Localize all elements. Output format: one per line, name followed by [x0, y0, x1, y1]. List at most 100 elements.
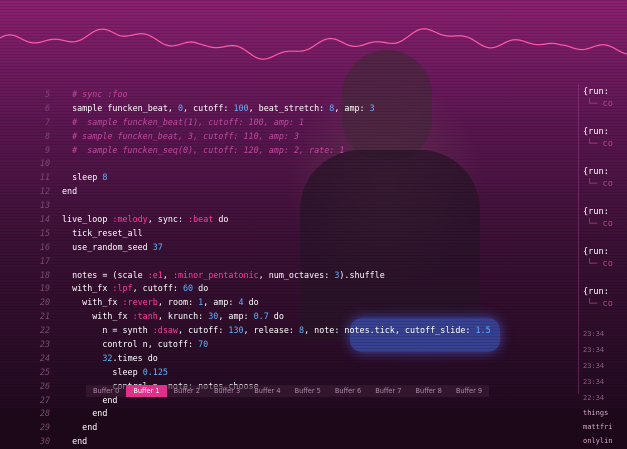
line-number: 18 [39, 269, 50, 280]
buffer-tab-1[interactable]: Buffer 1 [126, 385, 167, 397]
code-token: n = synth [62, 325, 153, 336]
code-token: , room: [157, 297, 199, 308]
code-line[interactable]: 14 live_loop :melody, sync: :beat do [26, 213, 571, 227]
log-entry: {run: └─ co [583, 126, 627, 166]
code-token: , beat_stretch: [248, 102, 330, 113]
code-line[interactable]: 28 end [26, 407, 571, 421]
code-token: , cutoff: [183, 102, 234, 113]
code-line[interactable]: 20 with_fx :reverb, room: 1, amp: 4 do [26, 296, 571, 310]
log-divider [578, 84, 579, 394]
scope-waveform [0, 28, 627, 60]
line-number: 14 [39, 214, 50, 225]
code-line[interactable]: 8 # sample funcken_beat, 3, cutoff: 110,… [26, 130, 571, 144]
line-number: 20 [39, 297, 50, 308]
line-number: 5 [44, 89, 50, 99]
code-token: do [243, 297, 259, 308]
log-run-detail: └─ co [587, 99, 613, 109]
code-line[interactable]: 9 # sample funcken_seq(0), cutoff: 120, … [26, 144, 571, 158]
code-line[interactable]: 12 end [26, 185, 571, 199]
log-run-label: {run: [583, 87, 609, 97]
code-line[interactable]: 13 [26, 199, 571, 213]
code-token: 70 [198, 339, 209, 350]
code-token: # sync :foo [62, 89, 128, 99]
code-line[interactable]: 6 sample funcken_beat, 0, cutoff: 100, b… [26, 102, 571, 116]
buffer-tab-4[interactable]: Buffer 4 [247, 385, 288, 397]
code-token: 1.5 [475, 325, 491, 336]
log-run-detail: └─ co [587, 179, 613, 189]
code-text: sleep 0.125 [62, 366, 168, 380]
code-token: sample funcken_beat, [62, 102, 178, 113]
code-token: :dsaw [152, 325, 178, 336]
code-line[interactable]: 17 [26, 255, 571, 269]
line-number: 10 [39, 158, 50, 169]
buffer-tab-0[interactable]: Buffer 0 [86, 385, 127, 397]
code-text: # sync :foo [62, 88, 128, 102]
code-token: end [62, 422, 98, 433]
code-token: , amp: [334, 102, 370, 113]
code-line[interactable]: 16 use_random_seed 37 [26, 241, 571, 255]
code-token: 60 [183, 283, 194, 294]
buffer-tab-3[interactable]: Buffer 3 [206, 385, 248, 397]
line-number: 19 [39, 283, 50, 294]
code-token: live_loop [62, 214, 113, 225]
log-timestamp: 22:34 [583, 394, 605, 402]
code-token: :melody [112, 214, 148, 225]
log-run-label: {run: [583, 247, 609, 257]
buffer-tab-6[interactable]: Buffer 6 [327, 385, 369, 397]
buffer-tab-bar: Buffer 0 Buffer 1 Buffer 2 Buffer 3 Buffer 4… [86, 385, 490, 397]
code-token: 130 [228, 325, 244, 336]
code-token: , amp: [218, 311, 254, 322]
line-number: 9 [44, 144, 50, 155]
code-token: 100 [233, 102, 249, 113]
buffer-tab-2[interactable]: Buffer 2 [166, 385, 207, 397]
code-line[interactable]: 19 with_fx :lpf, cutoff: 60 do [26, 282, 571, 296]
code-token: 32 [102, 352, 113, 363]
code-token: :minor_pentatonic [172, 269, 259, 280]
code-line[interactable]: 15 tick_reset_all [26, 227, 571, 241]
code-text: 32.times do [62, 352, 157, 366]
code-token: do [268, 311, 284, 322]
log-run-detail: └─ co [587, 219, 613, 229]
log-timestamp: 23:34 [583, 378, 605, 386]
buffer-tab-5[interactable]: Buffer 5 [287, 385, 328, 397]
log-run-detail: └─ co [587, 259, 613, 269]
line-number: 21 [39, 311, 50, 322]
code-text: # sample funcken_beat, 3, cutoff: 110, a… [62, 130, 299, 144]
code-token: end [62, 436, 88, 447]
line-number: 30 [39, 436, 50, 447]
code-token: control n, cutoff: [62, 339, 199, 350]
line-number: 16 [39, 241, 50, 252]
code-line[interactable]: 10 [26, 157, 571, 171]
code-token: end [62, 408, 108, 419]
buffer-tab-7[interactable]: Buffer 7 [368, 385, 409, 397]
log-run-detail: └─ co [587, 139, 613, 149]
code-line[interactable]: 7 # sample funcken_beat(1), cutoff: 100,… [26, 116, 571, 130]
code-token: sleep [62, 172, 103, 183]
buffer-tab-8[interactable]: Buffer 8 [408, 385, 449, 397]
code-line[interactable]: 21 with_fx :tanh, krunch: 30, amp: 0.7 d… [26, 310, 571, 324]
code-text: sample funcken_beat, 0, cutoff: 100, bea… [62, 102, 375, 116]
log-run-label: {run: [583, 167, 609, 177]
code-line[interactable]: 24 32.times do [26, 352, 571, 366]
code-token: 0.125 [142, 366, 168, 377]
code-line[interactable]: 18 notes = (scale :e1, :minor_pentatonic… [26, 269, 571, 283]
line-number: 15 [39, 227, 50, 238]
code-token: sleep [62, 366, 143, 377]
code-line[interactable]: 29 end [26, 421, 571, 435]
code-token: with_fx [62, 297, 123, 308]
code-line[interactable]: 22 n = synth :dsaw, cutoff: 130, release… [26, 324, 571, 338]
code-line[interactable]: 23 control n, cutoff: 70 [26, 338, 571, 352]
code-line[interactable]: 11 sleep 8 [26, 171, 571, 185]
code-line[interactable]: 25 sleep 0.125 [26, 366, 571, 380]
code-line[interactable]: 5 # sync :foo [26, 88, 571, 102]
code-line[interactable]: 30 end [26, 435, 571, 449]
code-text: notes = (scale :e1, :minor_pentatonic, n… [62, 269, 385, 283]
line-number: 25 [39, 366, 50, 377]
code-token: 8 [102, 172, 108, 183]
buffer-tab-9[interactable]: Buffer 9 [448, 385, 490, 397]
log-run-label: {run: [583, 207, 609, 217]
code-token: , krunch: [157, 311, 209, 322]
line-number: 23 [39, 339, 50, 350]
line-number: 6 [44, 102, 50, 113]
